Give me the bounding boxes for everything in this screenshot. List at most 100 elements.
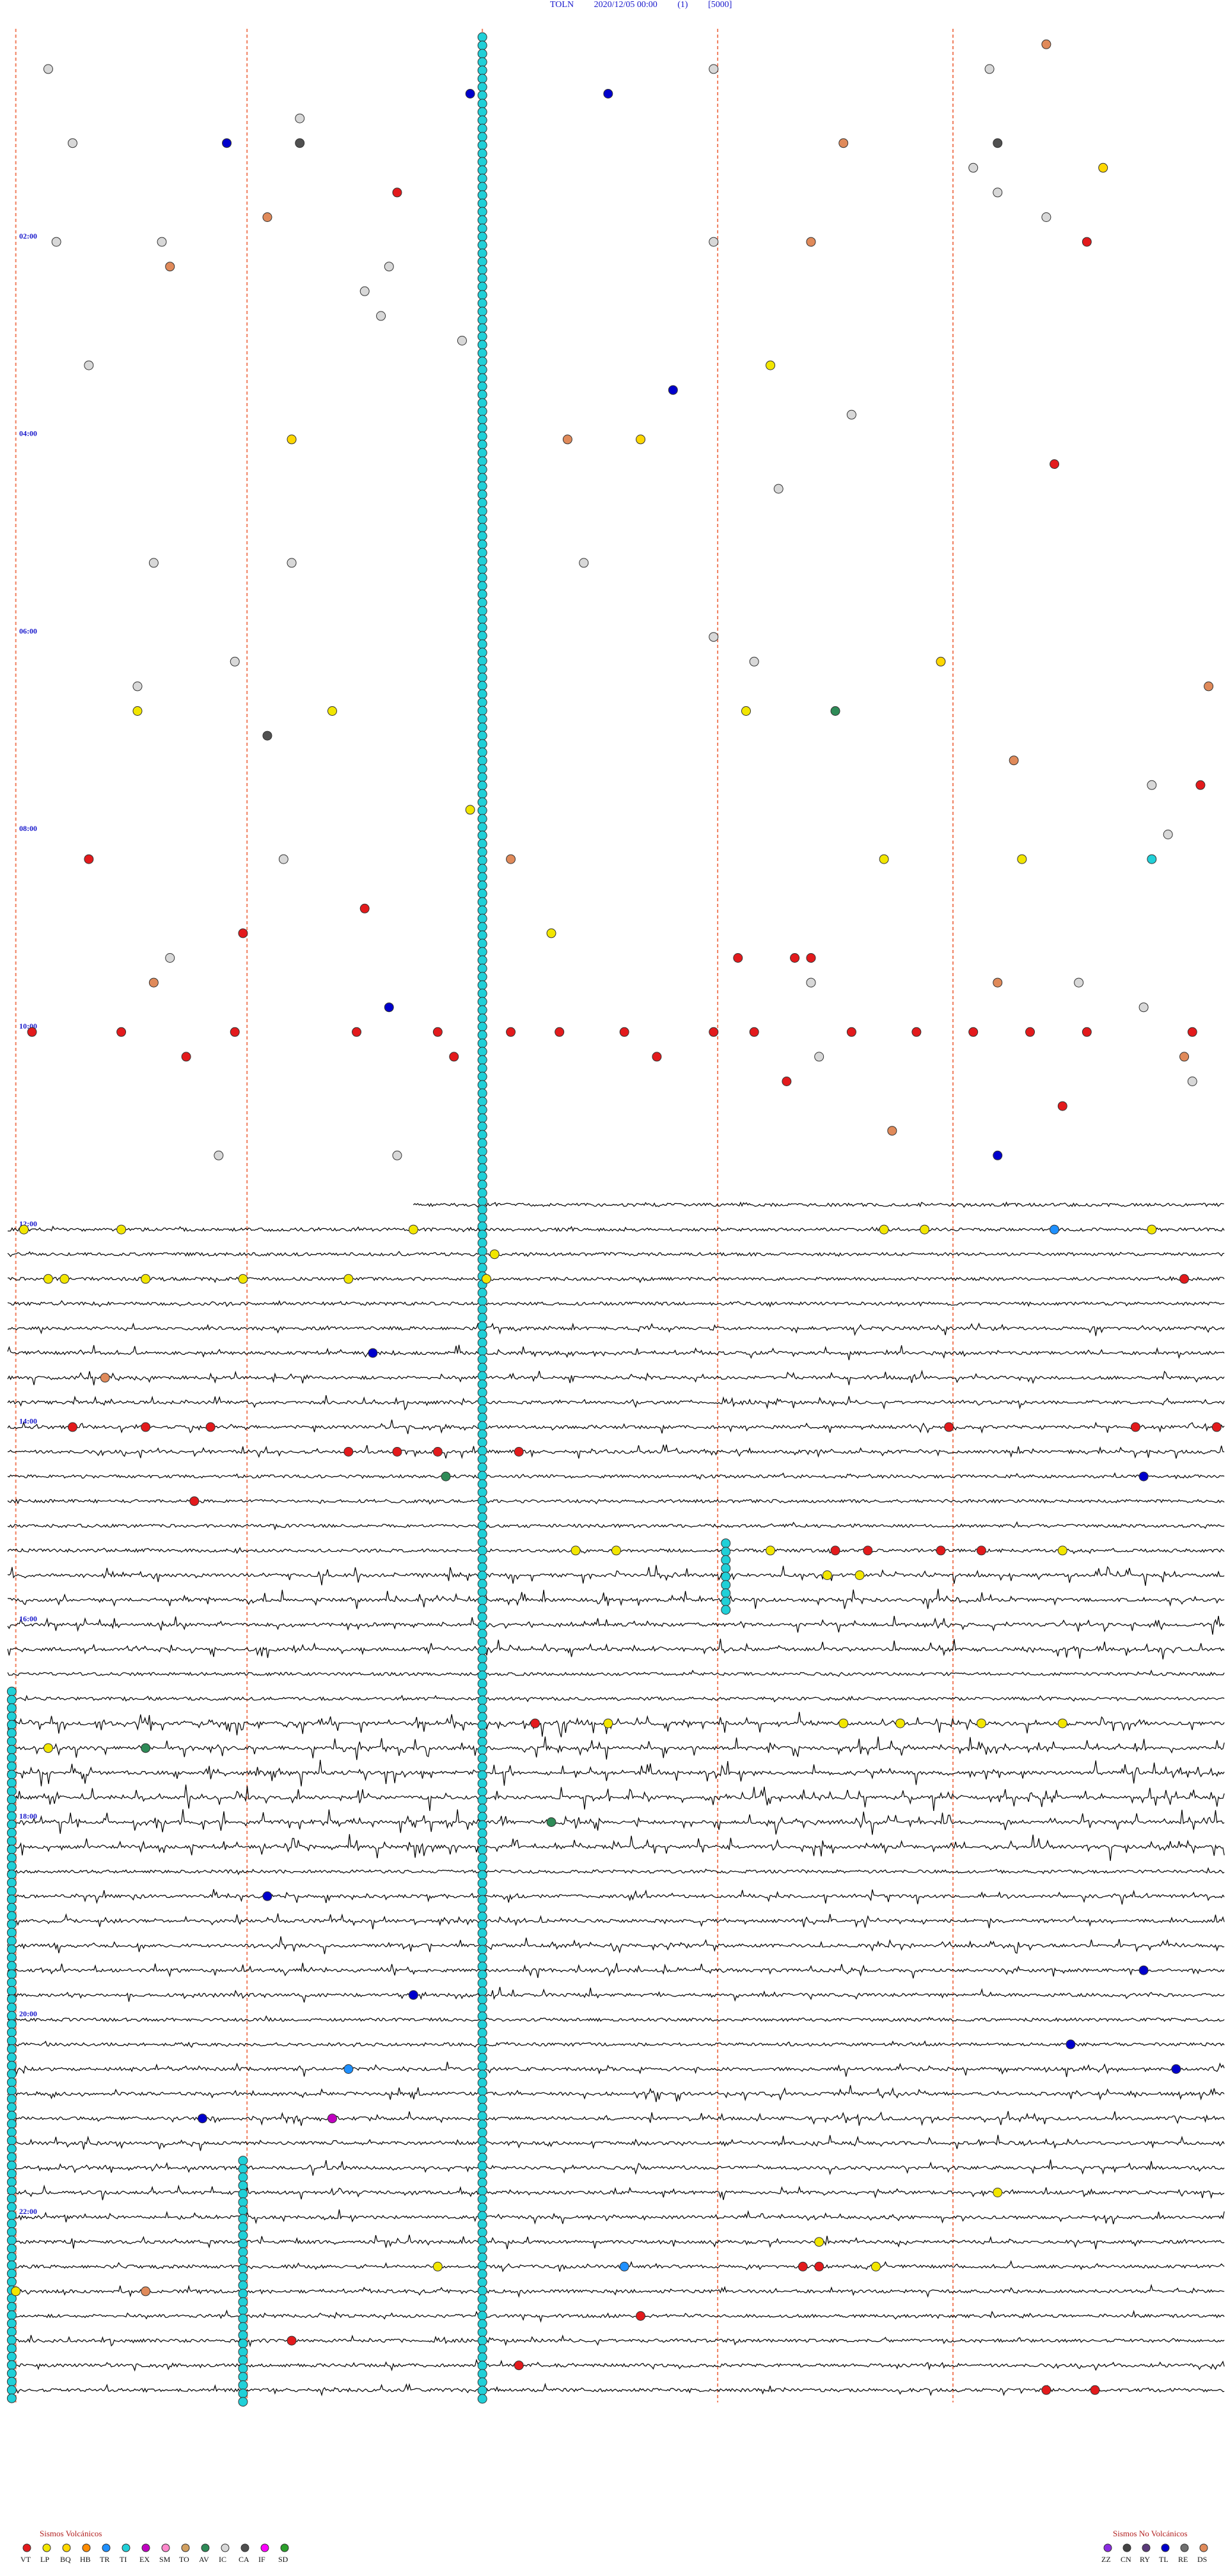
- cyan-marker: [477, 772, 487, 782]
- cyan-marker: [6, 1803, 17, 1813]
- event-DS-119: [100, 1373, 110, 1383]
- event-LP-105: [408, 1224, 418, 1235]
- cyan-marker: [238, 2214, 248, 2224]
- trace-row-91: [7, 2284, 1225, 2298]
- cyan-marker: [477, 2360, 487, 2371]
- cyan-marker: [477, 1795, 487, 1805]
- cyan-marker: [477, 797, 487, 807]
- event-LP-116: [482, 1274, 492, 1284]
- cyan-marker: [6, 2185, 17, 2195]
- cyan-marker: [6, 1736, 17, 1746]
- cyan-marker: [477, 1288, 487, 1298]
- cyan-marker: [477, 2161, 487, 2171]
- trace-row-56: [7, 1419, 1225, 1434]
- cyan-marker: [6, 1728, 17, 1738]
- cyan-marker: [477, 2236, 487, 2246]
- cyan-marker: [6, 2127, 17, 2137]
- cyan-marker: [477, 240, 487, 250]
- cyan-marker: [477, 855, 487, 865]
- cyan-marker: [477, 1462, 487, 1473]
- cyan-marker: [238, 2197, 248, 2208]
- cyan-marker: [238, 2156, 248, 2166]
- event-LP-104: [116, 1224, 127, 1235]
- cyan-marker: [477, 182, 487, 192]
- cyan-marker: [6, 2160, 17, 2170]
- event-VT-83: [709, 1027, 719, 1037]
- cyan-marker: [238, 2347, 248, 2357]
- event-DS-33: [562, 434, 572, 445]
- cyan-marker: [477, 780, 487, 791]
- event-DS-95: [1179, 1052, 1190, 1062]
- cyan-marker: [6, 2260, 17, 2270]
- event-DS-45: [1204, 681, 1214, 691]
- cyan-marker: [477, 1945, 487, 1955]
- cyan-marker: [238, 2322, 248, 2332]
- event-DS-168: [141, 2286, 151, 2296]
- legend-code-CN: CN: [1121, 2555, 1131, 2564]
- cyan-marker: [477, 99, 487, 109]
- cyan-marker: [477, 1371, 487, 1381]
- event-VT-139: [976, 1545, 986, 1556]
- cyan-marker: [6, 2002, 17, 2012]
- legend-dot-TO: [181, 2543, 190, 2552]
- cyan-marker: [6, 1969, 17, 1979]
- cyan-marker: [477, 1936, 487, 1947]
- cyan-marker: [6, 2011, 17, 2021]
- cyan-marker: [477, 1554, 487, 1564]
- cyan-marker: [477, 2377, 487, 2387]
- cyan-marker: [477, 1138, 487, 1148]
- cyan-marker: [477, 2169, 487, 2179]
- legend-dot-DS: [1199, 2543, 1208, 2552]
- event-TL-154: [408, 1990, 418, 2000]
- cyan-marker: [6, 2327, 17, 2337]
- legend-dot-TL: [1161, 2543, 1170, 2552]
- cyan-marker: [477, 1338, 487, 1348]
- legend-code-LP: LP: [40, 2555, 49, 2564]
- cyan-marker: [477, 2252, 487, 2263]
- cyan-marker: [6, 1853, 17, 1863]
- trace-row-89: [7, 2234, 1225, 2250]
- event-IC-55: [1163, 830, 1173, 839]
- event-VT-91: [181, 1052, 191, 1062]
- cyan-marker: [477, 1537, 487, 1547]
- cyan-marker: [477, 1579, 487, 1589]
- cyan-marker: [6, 1894, 17, 1904]
- cyan-marker: [477, 1113, 487, 1123]
- event-LP-141: [822, 1570, 832, 1580]
- event-LP-135: [766, 1545, 776, 1556]
- cyan-marker: [477, 1654, 487, 1664]
- cyan-marker: [477, 1870, 487, 1880]
- cyan-marker: [477, 1038, 487, 1048]
- legend-code-IC: IC: [219, 2555, 226, 2564]
- cyan-marker: [477, 1820, 487, 1830]
- cyan-marker: [477, 1895, 487, 1905]
- cyan-marker: [6, 2335, 17, 2345]
- cyan-marker: [477, 489, 487, 500]
- event-TL-8: [222, 138, 232, 148]
- cyan-marker: [477, 539, 487, 549]
- cyan-marker: [477, 2202, 487, 2213]
- event-CA-11: [993, 138, 1003, 148]
- event-BQ-32: [287, 434, 297, 445]
- event-LP-167: [11, 2286, 21, 2296]
- event-IC-52: [1147, 780, 1157, 790]
- legend-code-IF: IF: [258, 2555, 265, 2564]
- event-IC-65: [165, 953, 175, 963]
- cyan-marker: [477, 614, 487, 624]
- legend-code-CA: CA: [239, 2555, 249, 2564]
- cyan-marker: [477, 1911, 487, 1922]
- cyan-marker: [477, 298, 487, 308]
- event-VT-75: [27, 1027, 37, 1037]
- cyan-marker: [477, 157, 487, 167]
- event-VT-78: [352, 1027, 362, 1037]
- cyan-marker: [477, 755, 487, 766]
- event-AV-151: [546, 1817, 556, 1827]
- cyan-marker: [477, 65, 487, 75]
- cyan-marker: [477, 257, 487, 267]
- event-VT-143: [530, 1718, 540, 1728]
- cyan-marker: [6, 2044, 17, 2054]
- trace-row-77: [7, 1936, 1225, 1954]
- cyan-marker: [477, 1545, 487, 1556]
- event-CA-9: [295, 138, 305, 148]
- cyan-marker: [477, 1205, 487, 1215]
